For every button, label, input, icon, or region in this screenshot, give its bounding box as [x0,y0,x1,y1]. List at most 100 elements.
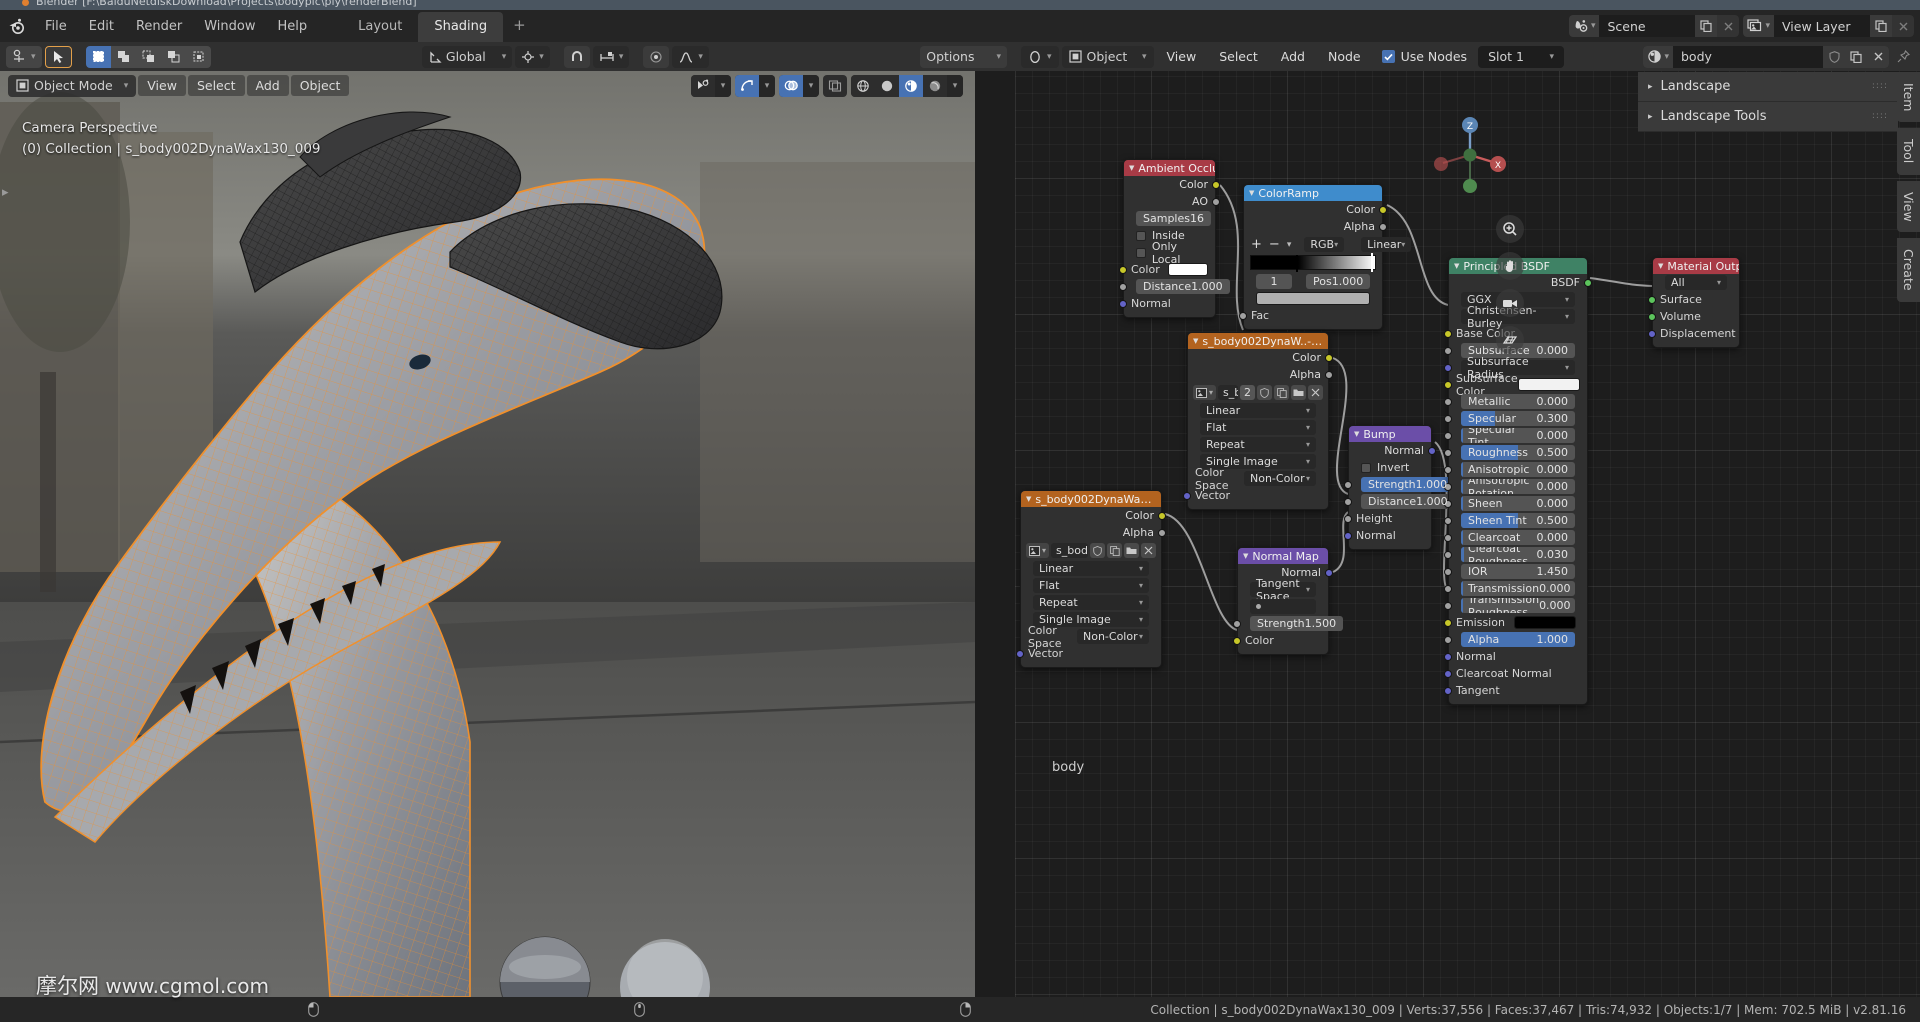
collapse-triangle-icon[interactable]: ▼ [1026,495,1031,503]
node-output-ao[interactable]: AO [1124,193,1215,210]
bsdf-clearcoat-normal-row[interactable]: Clearcoat Normal [1449,665,1587,682]
node-image-texture-dm[interactable]: ▼ s_body002DynaW..-DM40961001.exr Color … [1187,332,1329,510]
colorramp-position[interactable]: Pos1.000 [1306,274,1370,289]
editor-type-selector[interactable]: ▾ [1021,46,1059,68]
xray-icon[interactable] [823,75,847,97]
socket-normal[interactable] [1119,300,1127,308]
socket-height[interactable] [1344,515,1352,523]
material-name[interactable]: body [1673,49,1823,64]
normalmap-color-row[interactable]: Color [1238,632,1328,649]
socket-roughness[interactable] [1444,449,1452,457]
socket-base-color[interactable] [1444,330,1452,338]
colorramp-stop-color-swatch[interactable] [1256,292,1370,305]
bump-height-row[interactable]: Height [1349,510,1431,527]
socket-transmission[interactable] [1444,585,1452,593]
image-name-field[interactable]: s_body002.. [1218,385,1238,400]
menu-render[interactable]: Render [125,15,193,38]
collapse-triangle-icon[interactable]: ▼ [1354,430,1359,438]
normalmap-space-row[interactable]: Tangent Space▾ [1238,581,1328,598]
socket-alpha[interactable] [1325,371,1333,379]
node-output-color[interactable]: Color [1244,201,1382,218]
socket-subsurface-radius[interactable] [1444,364,1452,372]
socket-alpha[interactable] [1158,529,1166,537]
visibility-chevron-down-icon[interactable]: ▾ [715,75,731,97]
material-preview-icon[interactable] [899,75,923,97]
socket-color[interactable] [1379,206,1387,214]
socket-color[interactable] [1212,181,1220,189]
bsdf-clearcoat-roughness-row[interactable]: Clearcoat Roughness0.030 [1449,546,1587,563]
proportional-edit-toggle[interactable] [643,46,669,68]
socket-subsurface-color[interactable] [1444,381,1452,389]
toolbar-expand-arrow-icon[interactable]: ▸ [2,185,9,200]
bsdf-specular-tint-row[interactable]: Specular Tint0.000 [1449,427,1587,444]
node-header[interactable]: ▼ Normal Map [1238,548,1328,564]
image-new-duplicate-icon[interactable] [1274,385,1289,400]
bsdf-normal-row[interactable]: Normal [1449,648,1587,665]
node-image-texture-nm[interactable]: ▼ s_body002DynaWax130_009-NM10.. Color A… [1020,490,1162,668]
socket-alpha[interactable] [1379,223,1387,231]
colorramp-index[interactable]: 1 [1256,274,1292,289]
image-new-duplicate-icon[interactable] [1107,543,1122,558]
socket-bsdf[interactable] [1584,279,1592,287]
image-open-folder-icon[interactable] [1124,543,1139,558]
image-users-count[interactable]: 2 [1240,385,1255,400]
node-output-alpha[interactable]: Alpha [1021,524,1161,541]
hand-move-icon[interactable] [1496,252,1524,280]
socket-normal[interactable] [1428,447,1436,455]
socket-displacement[interactable] [1648,330,1656,338]
socket-ao[interactable] [1212,198,1220,206]
bsdf-specular-row[interactable]: Specular0.300 [1449,410,1587,427]
socket-color[interactable] [1325,354,1333,362]
bsdf-alpha-row[interactable]: Alpha1.000 [1449,631,1587,648]
snap-target-selector[interactable]: ▾ [593,46,630,68]
socket-subsurface[interactable] [1444,347,1452,355]
scene-icon[interactable]: ▾ [1569,15,1600,37]
socket-clearcoat[interactable] [1444,534,1452,542]
menu-window[interactable]: Window [193,15,266,38]
bsdf-ior-row[interactable]: IOR1.450 [1449,563,1587,580]
image-extension-row[interactable]: Repeat▾ [1188,436,1328,453]
use-nodes-toggle[interactable]: Use Nodes [1374,49,1475,64]
node-header[interactable]: ▼ s_body002DynaWax130_009-NM10.. [1021,491,1161,507]
socket-alpha[interactable] [1444,636,1452,644]
bump-normal-in-row[interactable]: Normal [1349,527,1431,544]
panel-landscape[interactable]: ▸ Landscape :::: [1638,72,1898,102]
snap-magnet-toggle[interactable] [564,46,590,68]
fake-user-shield-icon[interactable] [1090,543,1105,558]
remove-stop-button[interactable]: − [1269,237,1280,252]
node-input-normal[interactable]: Normal [1124,295,1215,312]
solid-icon[interactable] [875,75,899,97]
socket-normal-in[interactable] [1344,532,1352,540]
socket-distance[interactable] [1344,498,1352,506]
output-displacement-row[interactable]: Displacement [1653,325,1739,342]
viewport-menu-view[interactable]: View [138,75,186,96]
node-color-ramp[interactable]: ▼ ColorRamp Color Alpha + − ▾ RGB▾ Linea… [1243,184,1383,330]
pin-icon[interactable] [1892,46,1914,68]
falloff-selector[interactable]: ▾ [672,46,709,68]
shader-menu-add[interactable]: Add [1271,45,1315,68]
socket-distance[interactable] [1119,283,1127,291]
node-header[interactable]: ▼ Ambient Occlusion [1124,160,1215,176]
bsdf-subsurface-color-row[interactable]: Subsurface Color [1449,376,1587,393]
sidebar-tab-view[interactable]: View [1897,181,1920,233]
socket-vector[interactable] [1183,492,1191,500]
colorramp-stop-handle[interactable] [1296,255,1298,272]
image-colorspace-row[interactable]: Color Space Non-Color▾ [1021,628,1161,645]
overlays-icon[interactable] [779,75,803,97]
node-input-vector[interactable]: Vector [1021,645,1161,662]
menu-edit[interactable]: Edit [78,15,125,38]
bsdf-clearcoat-row[interactable]: Clearcoat0.000 [1449,529,1587,546]
node-ambient-occlusion[interactable]: ▼ Ambient Occlusion Color AO Samples16 I… [1123,159,1216,318]
view-layer-unlink-icon[interactable] [1892,15,1914,37]
socket-metallic[interactable] [1444,398,1452,406]
camera-icon[interactable] [1496,289,1524,317]
image-projection-row[interactable]: Flat▾ [1188,419,1328,436]
collapse-triangle-icon[interactable]: ▼ [1243,552,1248,560]
bump-strength-row[interactable]: Strength1.000 [1349,476,1431,493]
view-layer-icon[interactable]: ▾ [1743,15,1774,37]
subsurface-color-swatch[interactable] [1518,378,1580,391]
scene-selector[interactable]: ▾ Scene [1569,15,1740,37]
viewport-menu-object[interactable]: Object [291,75,350,96]
collapse-triangle-icon[interactable]: ▼ [1658,262,1663,270]
view-layer-selector[interactable]: ▾ View Layer [1743,15,1914,37]
